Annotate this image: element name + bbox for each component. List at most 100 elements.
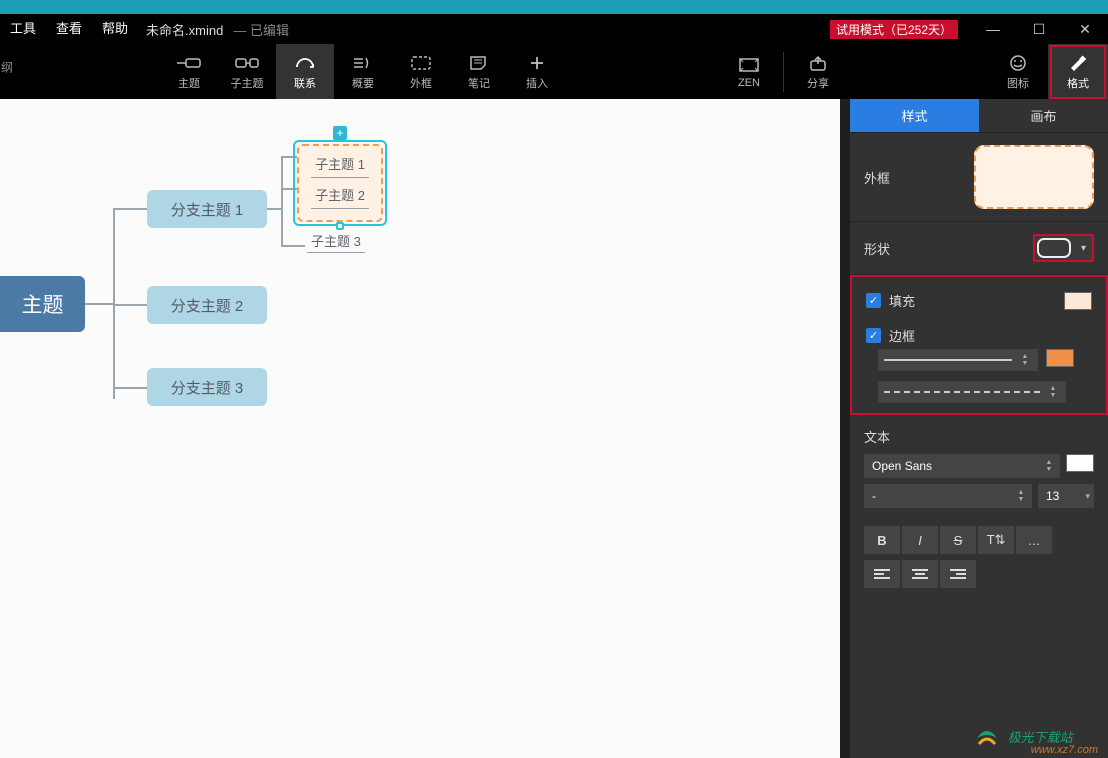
add-topic-handle[interactable]: + [333, 126, 347, 140]
panel-tabs: 样式 画布 [850, 99, 1108, 133]
connector [113, 208, 147, 210]
shape-select[interactable]: ▾ [1033, 234, 1094, 262]
branch-topic-3[interactable]: 分支主题 3 [147, 368, 267, 406]
watermark-logo-icon [973, 722, 1001, 750]
bold-button[interactable]: B [864, 526, 900, 554]
text-color-swatch[interactable] [1066, 454, 1094, 472]
close-button[interactable]: ✕ [1062, 14, 1108, 44]
text-transform-button[interactable]: T⇅ [978, 526, 1014, 554]
maximize-button[interactable]: ☐ [1016, 14, 1062, 44]
zen-button[interactable]: ZEN [719, 44, 779, 99]
font-family-value: Open Sans [872, 459, 932, 473]
border-style-select[interactable]: ▲▼ [878, 381, 1066, 403]
boundary-label: 外框 [410, 75, 432, 91]
connector [281, 156, 283, 247]
subtopic-button[interactable]: 子主题 [218, 44, 276, 99]
minimize-button[interactable]: — [970, 14, 1016, 44]
font-size-value: 13 [1046, 489, 1059, 503]
note-label: 笔记 [468, 75, 490, 91]
toolbar-separator [783, 52, 784, 92]
boundary-button[interactable]: 外框 [392, 44, 450, 99]
menubar: 工具 查看 帮助 未命名.xmind — 已编辑 试用模式（已252天） — ☐… [0, 14, 1108, 44]
topic-icon [177, 53, 201, 73]
sub-topic-1[interactable]: 子主题 1 [311, 157, 369, 178]
chevron-down-icon: ▾ [1077, 243, 1090, 254]
watermark: 极光下载站 www.xz7.com [938, 714, 1108, 758]
boundary-icon [409, 53, 433, 73]
window-controls: — ☐ ✕ [970, 14, 1108, 44]
central-topic[interactable]: 主题 [0, 276, 85, 332]
summary-button[interactable]: 概要 [334, 44, 392, 99]
boundary-selection[interactable]: 子主题 1 子主题 2 [293, 140, 387, 226]
watermark-url: www.xz7.com [1031, 744, 1098, 756]
align-center-button[interactable] [902, 560, 938, 588]
text-section: 文本 Open Sans ▲▼ - ▲▼ 13 ▾ [850, 415, 1108, 520]
more-text-button[interactable]: … [1016, 526, 1052, 554]
topic-button[interactable]: 主题 [160, 44, 218, 99]
titlebar-strip [0, 0, 1108, 14]
relation-icon [293, 53, 317, 73]
fill-row: ✓ 填充 [852, 283, 1106, 318]
subtopic-icon [235, 53, 259, 73]
menu-tools[interactable]: 工具 [0, 14, 46, 44]
share-button[interactable]: 分享 [788, 44, 848, 99]
border-color-swatch[interactable] [1046, 349, 1074, 367]
smiley-icon [1006, 53, 1030, 73]
outline-tab[interactable]: 纲 [0, 47, 14, 87]
connector [113, 304, 147, 306]
zen-icon [737, 55, 761, 75]
shape-label: 形状 [864, 239, 890, 258]
shape-section: 形状 ▾ [850, 222, 1108, 275]
zen-label: ZEN [738, 77, 760, 89]
menu-view[interactable]: 查看 [46, 14, 92, 44]
summary-label: 概要 [352, 75, 374, 91]
text-label: 文本 [864, 427, 1094, 446]
relation-label: 联系 [294, 75, 316, 91]
border-checkbox[interactable]: ✓ [866, 328, 881, 343]
icons-button[interactable]: 图标 [988, 44, 1048, 99]
note-button[interactable]: 笔记 [450, 44, 508, 99]
share-label: 分享 [807, 75, 829, 91]
subtopic-label: 子主题 [231, 75, 264, 91]
tab-canvas[interactable]: 画布 [979, 99, 1108, 132]
strike-button[interactable]: S [940, 526, 976, 554]
font-weight-select[interactable]: - ▲▼ [864, 484, 1032, 508]
connector [281, 245, 305, 247]
file-state: — 已编辑 [223, 20, 289, 39]
insert-icon [525, 53, 549, 73]
format-label: 格式 [1067, 75, 1089, 91]
boundary-preview[interactable] [974, 145, 1094, 209]
relation-button[interactable]: 联系 [276, 44, 334, 99]
font-family-select[interactable]: Open Sans ▲▼ [864, 454, 1060, 478]
branch-topic-1[interactable]: 分支主题 1 [147, 190, 267, 228]
fill-label: 填充 [889, 291, 915, 310]
align-right-button[interactable] [940, 560, 976, 588]
tab-style[interactable]: 样式 [850, 99, 979, 132]
insert-label: 插入 [526, 75, 548, 91]
file-name: 未命名.xmind [138, 20, 223, 39]
format-panel: 样式 画布 外框 形状 ▾ ✓ 填充 ✓ 边框 [850, 99, 1108, 758]
font-size-select[interactable]: 13 ▾ [1038, 484, 1094, 508]
branch-topic-2[interactable]: 分支主题 2 [147, 286, 267, 324]
topic-label: 主题 [178, 75, 200, 91]
fill-color-swatch[interactable] [1064, 292, 1092, 310]
fill-checkbox[interactable]: ✓ [866, 293, 881, 308]
chevron-down-icon: ▾ [1085, 491, 1090, 502]
fill-border-group: ✓ 填充 ✓ 边框 ▲▼ ▲▼ [850, 275, 1108, 415]
summary-icon [351, 53, 375, 73]
align-left-button[interactable] [864, 560, 900, 588]
toolbar: 纲 主题 子主题 联系 概要 外框 笔记 插入 [0, 44, 1108, 99]
italic-button[interactable]: I [902, 526, 938, 554]
format-button[interactable]: 格式 [1048, 44, 1108, 99]
menu-help[interactable]: 帮助 [92, 14, 138, 44]
format-icon [1066, 53, 1090, 73]
sub-topic-2[interactable]: 子主题 2 [311, 188, 369, 209]
insert-button[interactable]: 插入 [508, 44, 566, 99]
boundary-inner: 子主题 1 子主题 2 [297, 144, 383, 222]
boundary-section: 外框 [850, 133, 1108, 222]
sub-topic-3[interactable]: 子主题 3 [307, 231, 365, 253]
trial-badge: 试用模式（已252天） [830, 20, 958, 39]
border-width-select[interactable]: ▲▼ [878, 349, 1038, 371]
selection-handle[interactable] [336, 222, 344, 230]
canvas[interactable]: 主题 分支主题 1 分支主题 2 分支主题 3 + 子主题 1 子主题 2 子主… [0, 99, 840, 758]
